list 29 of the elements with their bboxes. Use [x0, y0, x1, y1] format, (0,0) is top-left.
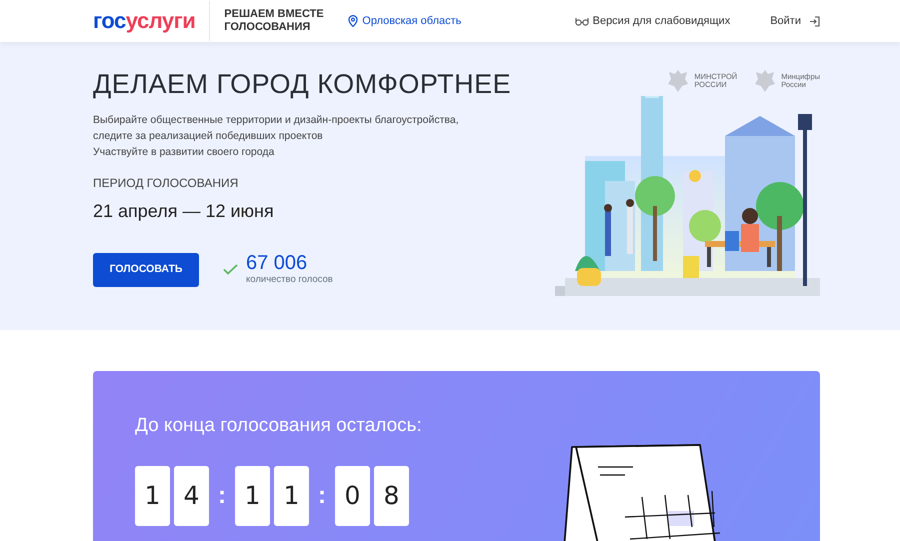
votes-label: количество голосов [246, 272, 333, 287]
description-line: следите за реализацией победивших проектов [93, 128, 324, 144]
emblem-icon [753, 68, 778, 94]
time-separator: : [217, 480, 227, 511]
project-title: РЕШАЕМ ВМЕСТЕ ГОЛОСОВАНИЯ [224, 8, 324, 34]
voting-period: 21 апреля — 12 июня [93, 200, 275, 223]
gosuslugi-logo[interactable]: госуслуги [93, 10, 196, 32]
countdown-digit: 1 [135, 466, 170, 526]
countdown-digit: 1 [235, 466, 270, 526]
countdown-digit: 4 [174, 466, 209, 526]
votes-count: 67 006 [246, 252, 308, 273]
region-link[interactable]: Орловская область [348, 12, 462, 30]
countdown-digit: 1 [274, 466, 309, 526]
description-line: Участвуйте в развитии своего города [93, 144, 276, 160]
login-icon [809, 16, 820, 26]
description-line: Выбирайте общественные территории и дизайн-проекты благоустройства, [93, 112, 460, 128]
vote-button[interactable]: ГОЛОСОВАТЬ [93, 252, 199, 287]
countdown-title: До конца голосования осталось: [135, 415, 422, 438]
time-separator: : [317, 480, 327, 511]
location-pin-icon [348, 15, 358, 27]
glasses-icon [574, 16, 589, 26]
accessibility-link[interactable]: Версия для слабовидящих [574, 12, 730, 30]
login-link[interactable]: Войти [770, 12, 820, 30]
emblem-icon [666, 68, 690, 94]
countdown-digit: 0 [335, 466, 370, 526]
period-label: ПЕРИОД ГОЛОСОВАНИЯ [93, 174, 240, 192]
checkmark-icon [223, 264, 238, 276]
countdown-digit: 8 [374, 466, 409, 526]
hero-title: ДЕЛАЕМ ГОРОД КОМФОРТНЕЕ [93, 70, 512, 100]
